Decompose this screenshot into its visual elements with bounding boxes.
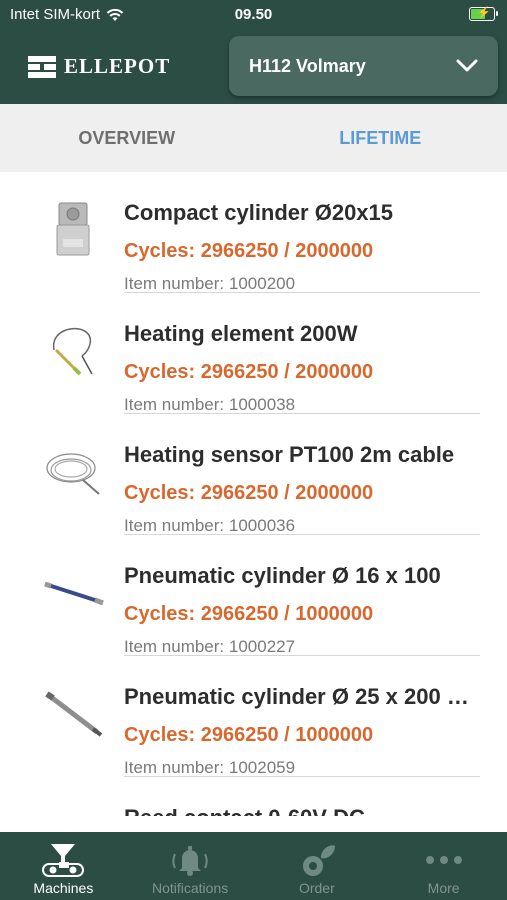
status-bar: Intet SIM-kort 09.50 ⚡ [0, 0, 507, 30]
item-cycles: Cycles: 2966250 / 1000000 [124, 603, 374, 625]
battery-icon: ⚡ [469, 7, 498, 21]
item-number: Item number: 1000227 [124, 637, 296, 656]
more-dots-icon [425, 856, 462, 864]
item-number: Item number: 1000038 [124, 395, 296, 414]
item-cycles: Cycles: 2966250 / 2000000 [124, 361, 374, 383]
clock: 09.50 [234, 6, 273, 23]
nav-label: Machines [33, 880, 94, 896]
tab-lifetime[interactable]: LIFETIME [254, 104, 507, 172]
tab-bar: OVERVIEW LIFETIME [0, 104, 507, 172]
app-header: ELLEPOT H112 Volmary [0, 30, 507, 104]
item-title: Heating sensor PT100 2m cable [124, 442, 455, 467]
lifetime-list[interactable]: Compact cylinder Ø20x15 Cycles: 2966250 … [0, 172, 507, 816]
logo-text: ELLEPOT [64, 54, 171, 78]
item-title: Compact cylinder Ø20x15 [124, 200, 394, 225]
item-cycles: Cycles: 2966250 / 1000000 [124, 724, 374, 746]
bottom-navigation: Machines Notifications Order More [0, 832, 507, 900]
nav-label: More [427, 880, 460, 896]
list-item[interactable]: Pneumatic cylinder Ø 16 x 100 Cycles: 29… [0, 535, 507, 656]
item-number: Item number: 1000036 [124, 516, 296, 535]
order-icon [302, 845, 335, 876]
item-cycles: Cycles: 2966250 / 2000000 [124, 482, 374, 504]
item-number: Item number: 1002059 [124, 758, 296, 777]
item-title: Heating element 200W [124, 321, 358, 346]
heating-sensor-image [40, 438, 106, 504]
nav-machines[interactable]: Machines [0, 832, 127, 900]
reed-contact-image [40, 801, 106, 816]
item-title: Reed contact 0-60V DC [124, 805, 484, 816]
heating-element-image [40, 317, 106, 383]
machine-selector-label: H112 Volmary [249, 55, 366, 76]
nav-label: Order [298, 880, 335, 896]
list-item[interactable]: Reed contact 0-60V DC [0, 777, 507, 816]
nav-label: Notifications [151, 880, 229, 896]
list-item[interactable]: Heating element 200W Cycles: 2966250 / 2… [0, 293, 507, 414]
nav-notifications[interactable]: Notifications [127, 832, 254, 900]
nav-more[interactable]: More [380, 832, 507, 900]
list-item[interactable]: Heating sensor PT100 2m cable Cycles: 29… [0, 414, 507, 535]
tab-overview[interactable]: OVERVIEW [0, 104, 254, 172]
item-title: Pneumatic cylinder Ø 16 x 100 [124, 563, 441, 588]
machine-selector[interactable]: H112 Volmary [229, 36, 498, 96]
list-item[interactable]: Pneumatic cylinder Ø 25 x 200 mm Cycles:… [0, 656, 507, 777]
ellepot-logo: ELLEPOT [28, 54, 170, 79]
compact-cylinder-image [40, 196, 106, 262]
item-number: Item number: 1000200 [124, 274, 296, 293]
pneumatic-cylinder-image [40, 559, 106, 625]
list-item[interactable]: Compact cylinder Ø20x15 Cycles: 2966250 … [0, 172, 507, 293]
item-title: Pneumatic cylinder Ø 25 x 200 mm [124, 684, 484, 709]
chevron-down-icon [456, 59, 478, 72]
bell-icon [172, 846, 208, 876]
nav-order[interactable]: Order [254, 832, 381, 900]
item-cycles: Cycles: 2966250 / 2000000 [124, 240, 374, 262]
pneumatic-cylinder-large-image [40, 680, 106, 746]
machines-icon [42, 844, 85, 877]
logo-mark-icon [28, 55, 56, 78]
